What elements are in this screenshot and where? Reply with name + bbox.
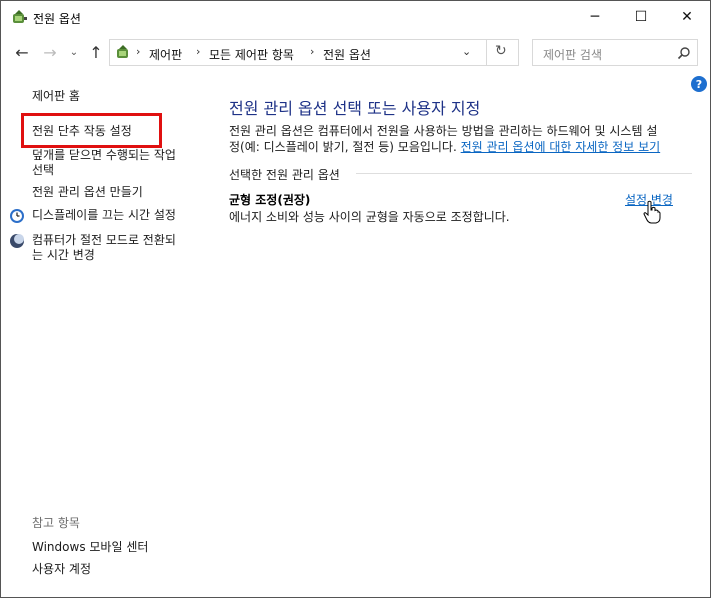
sidebar-link-mobility-center[interactable]: Windows 모바일 센터 bbox=[32, 540, 148, 555]
sidebar-item-label: 컴퓨터가 절전 모드로 전환되 bbox=[32, 233, 176, 247]
title-bar: 전원 옵션 ─ ☐ ✕ bbox=[1, 1, 710, 33]
description-text: 정(예: 디스플레이 밝기, 절전 등) 모음입니다. bbox=[229, 140, 457, 154]
sidebar-control-panel-home[interactable]: 제어판 홈 bbox=[32, 89, 80, 104]
arrow-up-icon: ↑ bbox=[89, 42, 103, 62]
group-divider bbox=[356, 173, 692, 174]
close-icon: ✕ bbox=[681, 9, 693, 25]
sidebar-item-label: 는 시간 변경 bbox=[32, 248, 95, 262]
window-title: 전원 옵션 bbox=[33, 12, 81, 26]
navigation-bar: ← → ⌄ ↑ › 제어판 › 모든 제어판 항목 › 전원 옵션 ⌄ ↻ 제어… bbox=[1, 35, 710, 69]
refresh-icon[interactable]: ↻ bbox=[495, 43, 507, 59]
power-options-window: 전원 옵션 ─ ☐ ✕ ← → ⌄ ↑ › 제어판 › 모든 제어판 항목 › … bbox=[0, 0, 711, 598]
sidebar-item-label: 선택 bbox=[32, 163, 55, 177]
forward-button[interactable]: → bbox=[39, 41, 61, 63]
plan-name: 균형 조정(권장) bbox=[229, 193, 311, 207]
help-icon[interactable]: ? bbox=[691, 76, 707, 92]
maximize-button[interactable]: ☐ bbox=[618, 1, 664, 33]
breadcrumb-power-options[interactable]: 전원 옵션 bbox=[323, 46, 371, 63]
search-icon[interactable] bbox=[677, 46, 691, 60]
search-box[interactable]: 제어판 검색 bbox=[532, 39, 698, 66]
minimize-icon: ─ bbox=[590, 9, 600, 25]
description-line: 정(예: 디스플레이 밝기, 절전 등) 모음입니다. 전원 관리 옵션에 대한… bbox=[229, 139, 694, 155]
sidebar-item-sleep-time[interactable]: 컴퓨터가 절전 모드로 전환되 는 시간 변경 bbox=[32, 233, 176, 263]
search-input[interactable]: 제어판 검색 bbox=[543, 46, 602, 63]
close-button[interactable]: ✕ bbox=[664, 1, 710, 33]
sidebar-link-user-accounts[interactable]: 사용자 계정 bbox=[32, 562, 91, 577]
control-panel-icon bbox=[117, 45, 128, 58]
sidebar-item-label: 덮개를 닫으면 수행되는 작업 bbox=[32, 148, 176, 162]
page-description: 전원 관리 옵션은 컴퓨터에서 전원을 사용하는 방법을 관리하는 하드웨어 및… bbox=[229, 123, 694, 155]
sidebar-item-lid-close[interactable]: 덮개를 닫으면 수행되는 작업 선택 bbox=[32, 148, 176, 178]
address-bar[interactable]: › 제어판 › 모든 제어판 항목 › 전원 옵션 ⌄ ↻ bbox=[109, 39, 519, 66]
selected-plan-heading: 선택한 전원 관리 옵션 bbox=[229, 168, 340, 182]
sleep-moon-icon bbox=[10, 234, 24, 248]
highlight-box bbox=[21, 113, 162, 148]
plan-description: 에너지 소비와 성능 사이의 균형을 자동으로 조정합니다. bbox=[229, 210, 510, 224]
breadcrumb-control-panel[interactable]: 제어판 bbox=[149, 46, 182, 63]
up-button[interactable]: ↑ bbox=[85, 41, 107, 63]
page-title: 전원 관리 옵션 선택 또는 사용자 지정 bbox=[229, 99, 481, 118]
breadcrumb-separator-icon[interactable]: › bbox=[196, 45, 200, 58]
chevron-down-icon: ⌄ bbox=[69, 46, 79, 58]
arrow-left-icon: ← bbox=[15, 42, 29, 62]
breadcrumb-separator-icon[interactable]: › bbox=[136, 45, 140, 58]
more-info-link[interactable]: 전원 관리 옵션에 대한 자세한 정보 보기 bbox=[461, 140, 661, 154]
breadcrumb-separator-icon[interactable]: › bbox=[310, 45, 314, 58]
recent-locations-button[interactable]: ⌄ bbox=[63, 41, 85, 63]
clock-display-icon bbox=[10, 209, 24, 223]
sidebar-item-create-plan[interactable]: 전원 관리 옵션 만들기 bbox=[32, 185, 143, 200]
hand-cursor-icon bbox=[643, 200, 661, 224]
arrow-right-icon: → bbox=[43, 42, 57, 62]
power-options-icon bbox=[13, 10, 27, 23]
back-button[interactable]: ← bbox=[11, 41, 33, 63]
address-divider bbox=[486, 40, 487, 65]
minimize-button[interactable]: ─ bbox=[572, 1, 618, 33]
maximize-icon: ☐ bbox=[634, 9, 648, 25]
breadcrumb-all-items[interactable]: 모든 제어판 항목 bbox=[209, 46, 294, 63]
sidebar-item-display-off[interactable]: 디스플레이를 끄는 시간 설정 bbox=[32, 208, 176, 223]
see-also-heading: 참고 항목 bbox=[32, 516, 80, 530]
address-dropdown-icon[interactable]: ⌄ bbox=[462, 45, 471, 58]
description-line: 전원 관리 옵션은 컴퓨터에서 전원을 사용하는 방법을 관리하는 하드웨어 및… bbox=[229, 124, 658, 138]
